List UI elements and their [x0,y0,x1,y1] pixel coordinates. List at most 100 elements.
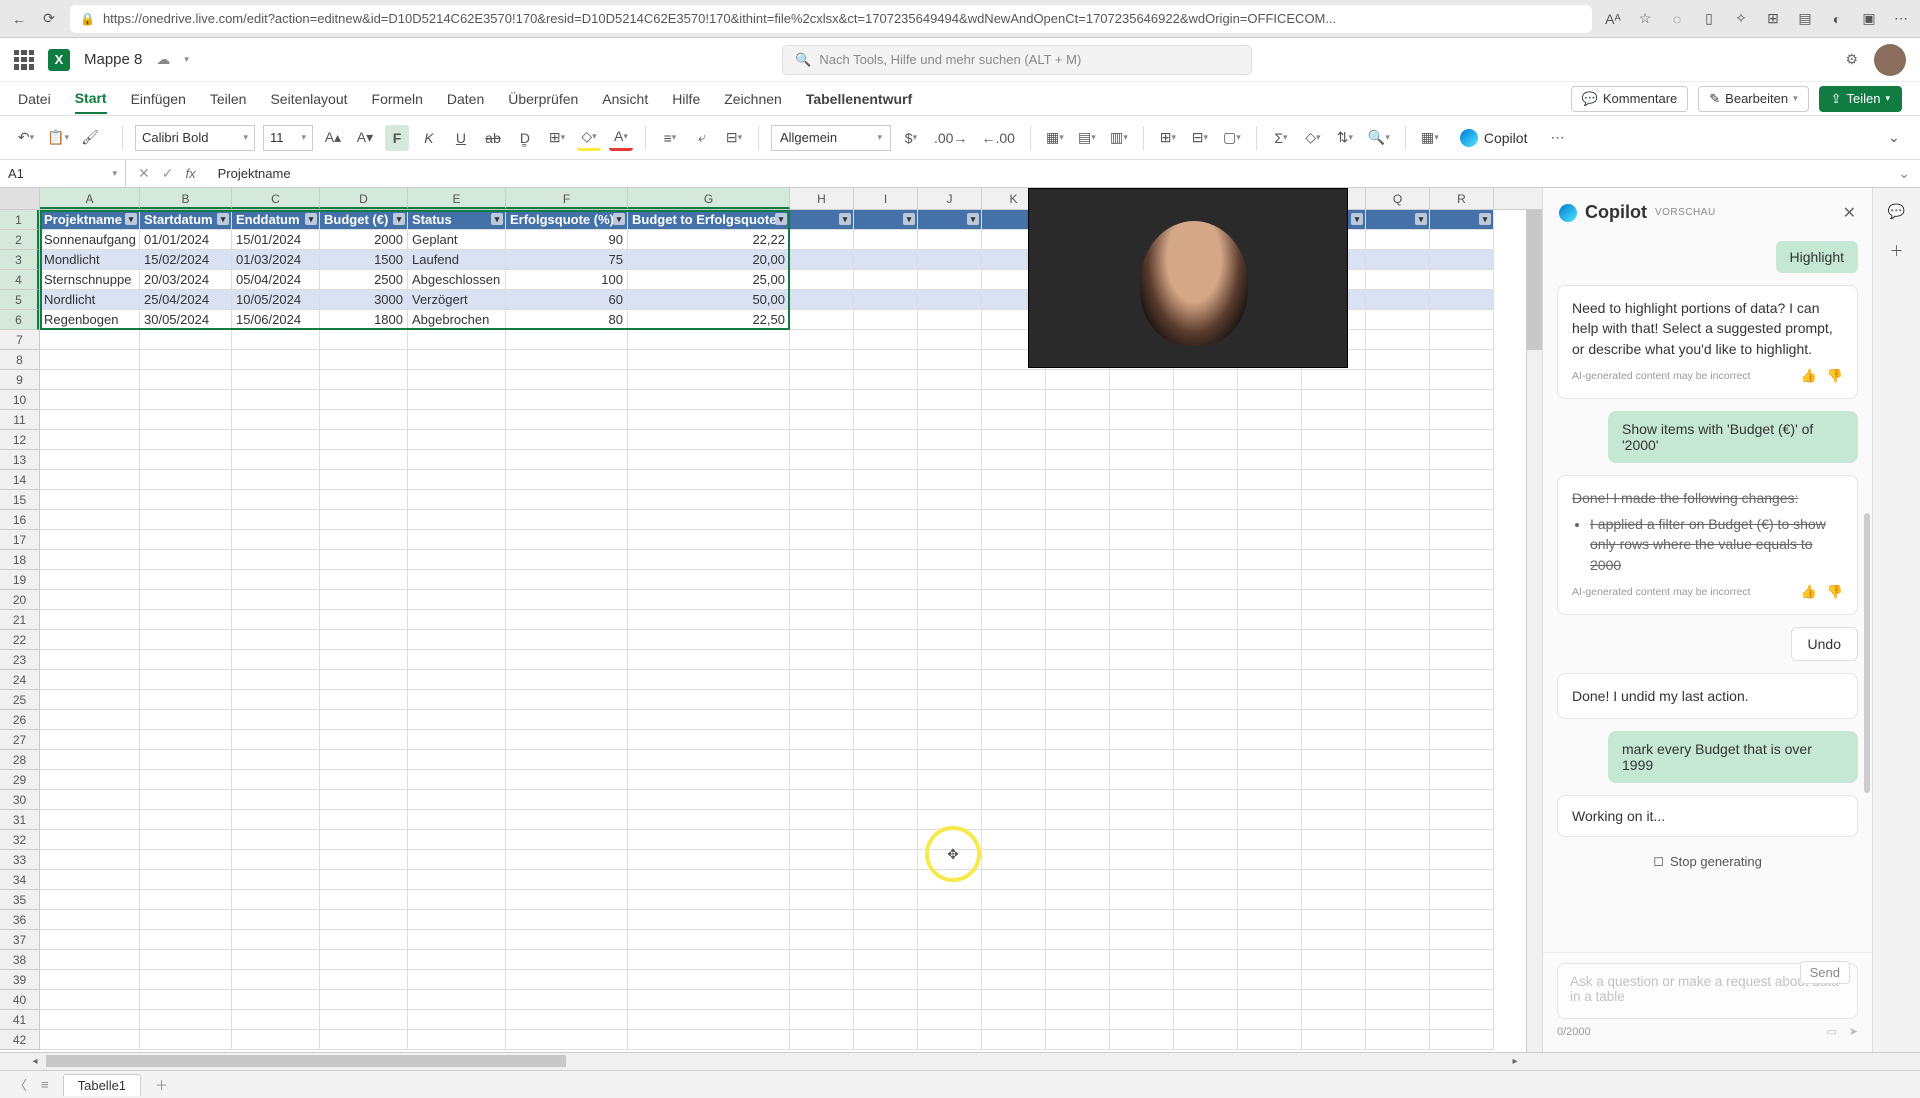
cell[interactable] [1430,670,1494,690]
cell[interactable] [1046,650,1110,670]
cell[interactable]: 2000 [320,230,408,250]
table-row[interactable] [40,710,1494,730]
scroll-left-icon[interactable]: ◂ [26,1053,44,1071]
cell[interactable] [320,830,408,850]
cell[interactable] [854,570,918,590]
rail-chat-icon[interactable]: 💬 [1886,200,1908,222]
cell[interactable] [1110,950,1174,970]
thumbs-down-icon[interactable]: 👎 [1827,583,1843,602]
user-avatar[interactable] [1874,44,1906,76]
cell[interactable] [40,790,140,810]
cell[interactable] [1366,650,1430,670]
cell[interactable] [506,910,628,930]
cell[interactable] [320,530,408,550]
cell[interactable] [408,550,506,570]
cell[interactable] [1430,970,1494,990]
cell[interactable] [506,810,628,830]
cell[interactable] [982,870,1046,890]
tab-zeichnen[interactable]: Zeichnen [724,85,782,113]
add-sheet-icon[interactable]: ＋ [155,1075,168,1094]
cell[interactable] [140,350,232,370]
cell[interactable] [1046,990,1110,1010]
table-header-cell[interactable]: Budget (€) [320,210,408,230]
cancel-formula-icon[interactable]: ✕ [138,165,150,182]
cell[interactable] [232,830,320,850]
cell[interactable] [628,570,790,590]
currency-icon[interactable]: $▾ [899,125,923,151]
table-row[interactable] [40,1030,1494,1050]
cell[interactable] [918,630,982,650]
select-all-corner[interactable] [0,188,40,209]
cell[interactable] [628,1010,790,1030]
cell[interactable] [140,590,232,610]
cell[interactable] [918,210,982,230]
cell[interactable] [1430,350,1494,370]
cell[interactable] [1430,450,1494,470]
cell[interactable] [506,690,628,710]
cell[interactable] [1302,850,1366,870]
cell[interactable] [790,530,854,550]
cell[interactable] [790,310,854,330]
cell[interactable] [232,390,320,410]
cell[interactable] [1238,390,1302,410]
cell[interactable] [1238,810,1302,830]
cell[interactable] [918,730,982,750]
cell[interactable] [1046,530,1110,550]
cell[interactable] [790,670,854,690]
cell[interactable] [40,530,140,550]
cell[interactable] [232,670,320,690]
cell[interactable] [854,650,918,670]
cell[interactable]: 100 [506,270,628,290]
cell[interactable] [982,630,1046,650]
cell[interactable] [40,970,140,990]
cell[interactable] [982,890,1046,910]
cell[interactable] [982,1010,1046,1030]
cell[interactable] [854,1010,918,1030]
cell[interactable] [320,390,408,410]
submit-icon[interactable]: ➤ [1849,1025,1858,1038]
cell[interactable] [320,670,408,690]
cell[interactable] [140,850,232,870]
cell[interactable] [1238,570,1302,590]
cell[interactable] [320,490,408,510]
cell[interactable] [1302,590,1366,610]
cell[interactable] [40,590,140,610]
cell[interactable] [232,530,320,550]
cell[interactable] [854,510,918,530]
cell[interactable] [232,930,320,950]
conditional-format-icon[interactable]: ▦▾ [1043,125,1067,151]
cell[interactable] [982,570,1046,590]
cell[interactable] [1046,630,1110,650]
underline-button[interactable]: U [449,125,473,151]
cell[interactable] [506,610,628,630]
cell[interactable] [790,710,854,730]
wrap-text-icon[interactable]: ⤶ [690,125,714,151]
cell[interactable] [790,470,854,490]
cell[interactable] [1302,390,1366,410]
cell[interactable]: Geplant [408,230,506,250]
cell[interactable] [790,490,854,510]
cell[interactable] [628,790,790,810]
cell[interactable] [506,370,628,390]
cell[interactable] [506,670,628,690]
cell[interactable]: 50,00 [628,290,790,310]
cell[interactable] [1430,250,1494,270]
cell[interactable] [232,990,320,1010]
cell[interactable] [854,550,918,570]
cell[interactable] [982,950,1046,970]
cell[interactable] [1174,810,1238,830]
cell[interactable] [506,1030,628,1050]
cell[interactable] [1366,770,1430,790]
table-format-icon[interactable]: ▤▾ [1075,125,1099,151]
cell[interactable] [854,670,918,690]
cell[interactable]: Nordlicht [40,290,140,310]
cell[interactable] [1366,450,1430,470]
cell[interactable] [790,270,854,290]
italic-button[interactable]: K [417,125,441,151]
cell[interactable] [1110,590,1174,610]
cell[interactable] [1366,730,1430,750]
cell[interactable] [628,590,790,610]
cell[interactable] [140,890,232,910]
cell[interactable] [1302,970,1366,990]
cell[interactable] [1238,650,1302,670]
